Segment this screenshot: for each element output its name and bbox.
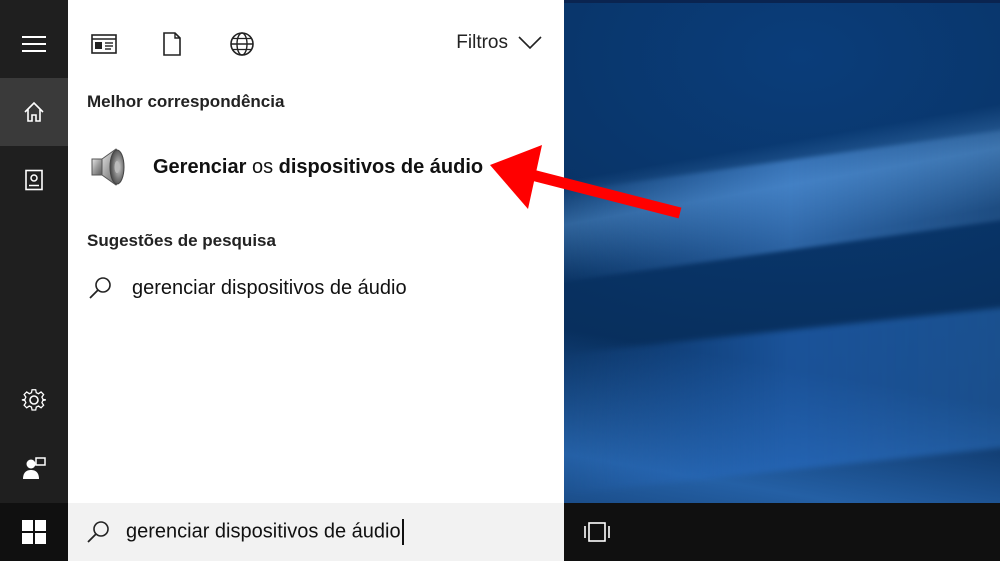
speaker-icon (91, 148, 125, 186)
chevron-down-icon (518, 36, 542, 50)
hamburger-menu-button[interactable] (0, 10, 68, 78)
home-icon (24, 101, 44, 122)
gear-icon (21, 389, 46, 411)
filters-label: Filtros (456, 32, 508, 53)
feedback-button[interactable] (0, 434, 68, 502)
tab-apps[interactable] (90, 30, 118, 58)
taskbar: gerenciar dispositivos de áudio (0, 503, 1000, 561)
tab-web[interactable] (228, 30, 256, 58)
search-icon (89, 277, 111, 299)
best-match-label: Gerenciar os dispositivos de áudio (153, 156, 483, 179)
best-match-label-bold-1: Gerenciar (153, 155, 247, 178)
task-view-button[interactable] (580, 517, 614, 547)
suggestions-heading: Sugestões de pesquisa (87, 231, 276, 250)
search-query-text: gerenciar dispositivos de áudio (126, 520, 401, 543)
settings-button[interactable] (0, 366, 68, 434)
filters-dropdown[interactable]: Filtros (456, 32, 542, 54)
search-icon (87, 521, 109, 543)
notebook-icon (25, 169, 43, 191)
hamburger-icon (22, 36, 46, 52)
search-input[interactable]: gerenciar dispositivos de áudio (126, 519, 404, 545)
document-icon (163, 32, 181, 56)
best-match-label-bold-2: dispositivos de áudio (278, 155, 484, 178)
feedback-person-icon (23, 457, 46, 479)
best-match-label-normal: os (246, 155, 279, 178)
tab-documents[interactable] (158, 30, 186, 58)
windows-logo-icon (22, 520, 46, 544)
apps-window-icon (91, 34, 117, 54)
wallpaper-light-beam (560, 305, 1000, 495)
taskbar-search-box[interactable]: gerenciar dispositivos de áudio (68, 503, 564, 561)
wallpaper-edge (560, 0, 1000, 3)
search-results-panel: Filtros Melhor correspondência Gerenciar… (68, 0, 564, 503)
notebook-button[interactable] (0, 146, 68, 214)
best-match-heading: Melhor correspondência (87, 92, 285, 111)
globe-icon (230, 32, 254, 56)
annotation-arrow (490, 145, 682, 219)
text-caret (401, 519, 404, 545)
task-view-icon (584, 522, 610, 542)
search-suggestion-item[interactable]: gerenciar dispositivos de áudio (82, 268, 552, 308)
start-menu-rail (0, 0, 68, 503)
start-button[interactable] (0, 503, 68, 561)
home-button[interactable] (0, 78, 68, 146)
suggestion-text: gerenciar dispositivos de áudio (132, 276, 407, 299)
